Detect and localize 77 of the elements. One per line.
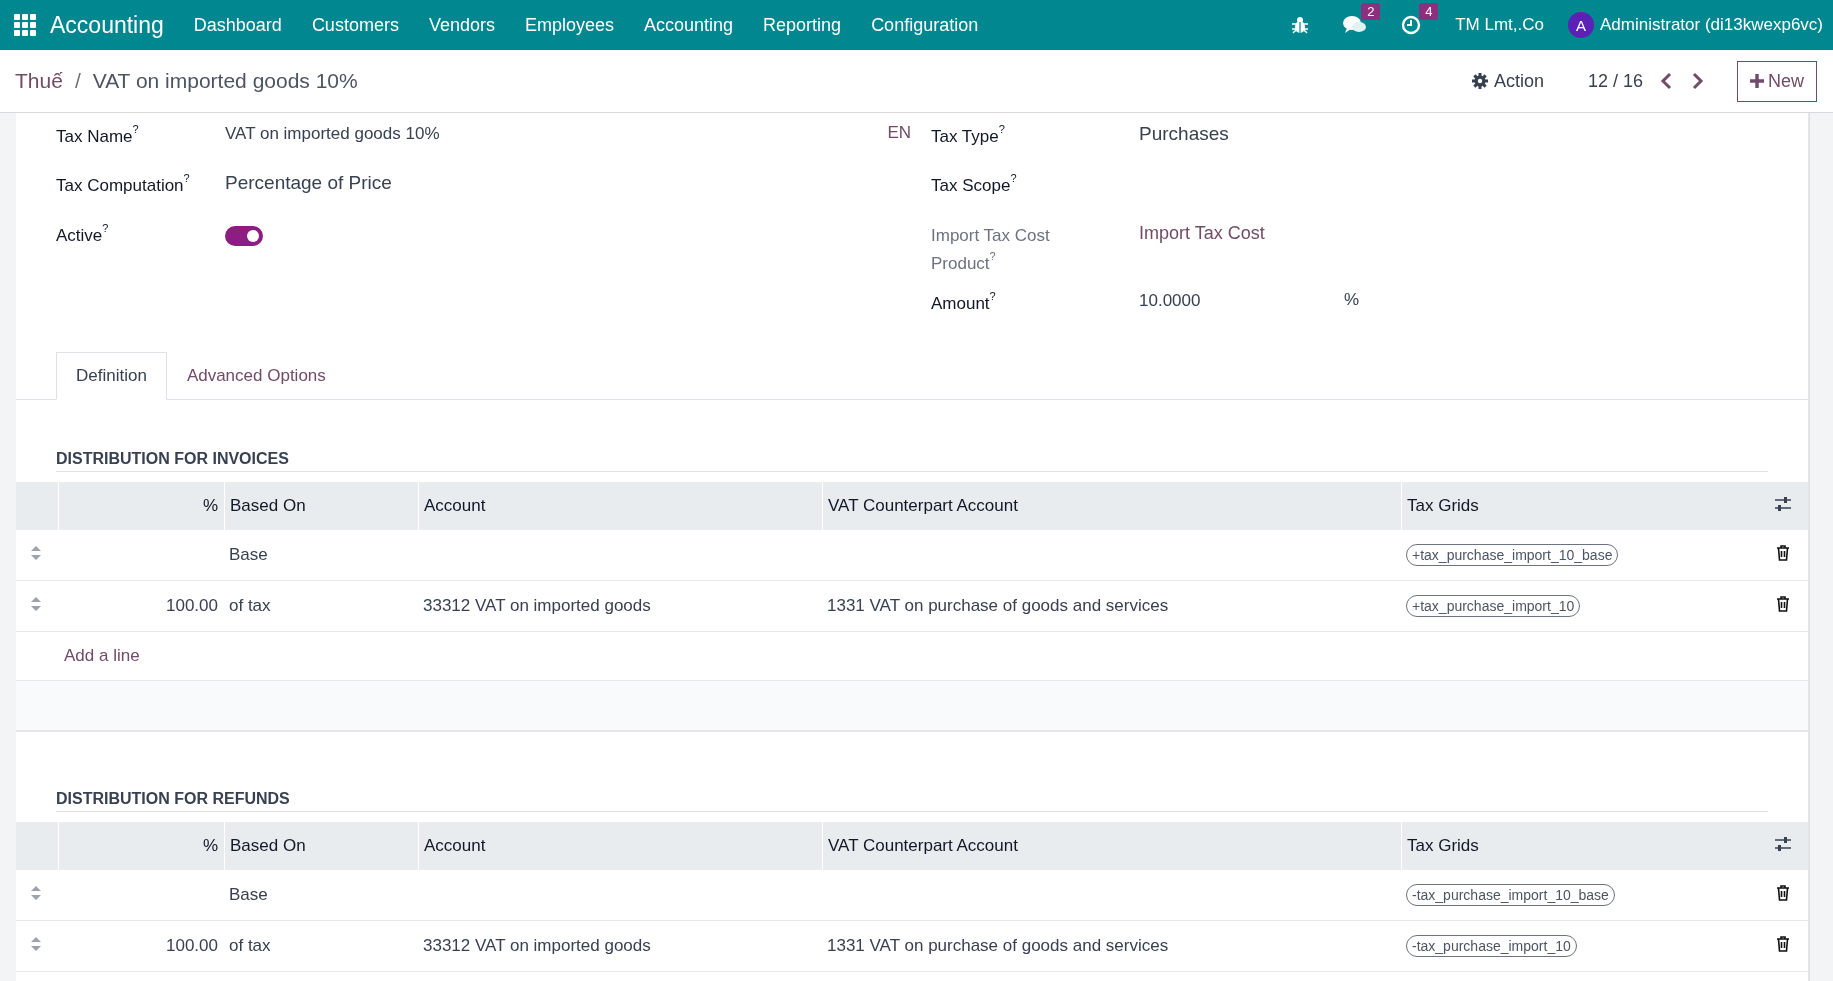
tab[interactable]: Advanced Options — [166, 352, 346, 400]
activity-count-badge: 4 — [1419, 3, 1439, 20]
breadcrumb-link[interactable]: Thuế — [15, 69, 63, 93]
trash-icon[interactable] — [1776, 884, 1790, 901]
table-cell: 1331 VAT on purchase of goods and services — [827, 936, 1169, 955]
sliders-icon[interactable] — [1774, 495, 1792, 512]
percent-suffix: % — [1344, 290, 1360, 310]
table-cell: Base — [229, 545, 268, 564]
table-cell: Base — [229, 885, 268, 904]
column-header[interactable]: Tax Grids — [1401, 822, 1758, 870]
chat-icon[interactable] — [1343, 15, 1368, 35]
table-cell: 1331 VAT on purchase of goods and services — [827, 596, 1169, 615]
column-header[interactable]: % — [58, 482, 224, 530]
table-cell: 100.00 — [166, 596, 218, 615]
tab[interactable]: Definition — [56, 352, 167, 400]
active-toggle[interactable] — [225, 226, 263, 246]
field-label: Tax Name$^{?}$ — [56, 123, 139, 148]
message-count-badge: 2 — [1361, 3, 1381, 20]
previous-icon[interactable] — [1659, 72, 1673, 90]
menu-item[interactable]: Accounting — [644, 14, 734, 36]
column-header[interactable]: Based On — [224, 482, 418, 530]
field-value[interactable]: VAT on imported goods 10% — [225, 123, 440, 145]
action-button[interactable]: Action — [1467, 66, 1548, 96]
drag-handle-icon[interactable] — [30, 597, 42, 611]
menu-item[interactable]: Employees — [524, 14, 614, 36]
drag-handle-icon[interactable] — [30, 546, 42, 560]
menu-item[interactable]: Vendors — [428, 14, 495, 36]
company-switcher[interactable]: TM Lmt,.Co — [1455, 15, 1545, 35]
trash-icon[interactable] — [1776, 935, 1790, 952]
field-label: Tax Scope$^{?}$ — [931, 172, 1017, 197]
field-label: Tax Computation$^{?}$ — [56, 172, 190, 197]
sliders-icon[interactable] — [1774, 835, 1792, 852]
column-header[interactable]: VAT Counterpart Account — [822, 822, 1401, 870]
apps-menu-icon[interactable] — [14, 14, 36, 36]
pager-counter[interactable]: 12 / 16 — [1587, 70, 1643, 92]
table-cell: of tax — [229, 596, 271, 615]
app-name[interactable]: Accounting — [50, 11, 164, 39]
menu-item[interactable]: Customers — [311, 14, 399, 36]
column-header[interactable]: % — [58, 822, 224, 870]
plus-icon — [1750, 74, 1764, 88]
gear-icon — [1471, 73, 1488, 89]
select-value[interactable]: Percentage of Price — [225, 172, 392, 194]
trash-icon[interactable] — [1776, 544, 1790, 561]
menu-item[interactable]: Dashboard — [193, 14, 282, 36]
trash-icon[interactable] — [1776, 595, 1790, 612]
drag-handle-icon[interactable] — [30, 937, 42, 951]
field-label: Import Tax Cost Product$^{?}$ — [931, 225, 1051, 275]
drag-handle-icon[interactable] — [30, 886, 42, 900]
menu-item[interactable]: Configuration — [871, 14, 979, 36]
column-header[interactable]: Based On — [224, 822, 418, 870]
table-cell: of tax — [229, 936, 271, 955]
field-label: Active$^{?}$ — [56, 222, 109, 247]
product-link[interactable]: Import Tax Cost — [1139, 222, 1265, 244]
section-title: DISTRIBUTION FOR REFUNDS — [56, 790, 290, 807]
field-value[interactable]: 10.0000 — [1139, 290, 1204, 312]
field-label: Tax Type$^{?}$ — [931, 123, 1005, 148]
column-header[interactable]: Account — [418, 822, 822, 870]
language-link[interactable]: EN — [887, 123, 911, 143]
add-line-link[interactable]: Add a line — [64, 646, 140, 666]
table-cell: 33312 VAT on imported goods — [423, 596, 651, 615]
user-avatar[interactable]: A — [1568, 12, 1595, 38]
breadcrumb-separator: / — [74, 69, 81, 93]
next-icon[interactable] — [1691, 72, 1705, 90]
section-title: DISTRIBUTION FOR INVOICES — [56, 450, 289, 467]
bug-icon[interactable] — [1291, 16, 1310, 34]
table-cell: 100.00 — [166, 936, 218, 955]
record-title: VAT on imported goods 10% — [92, 69, 358, 93]
table-cell: 33312 VAT on imported goods — [423, 936, 651, 955]
column-header[interactable]: VAT Counterpart Account — [822, 482, 1401, 530]
select-value[interactable]: Purchases — [1139, 123, 1229, 145]
menu-item[interactable]: Reporting — [763, 14, 842, 36]
user-menu[interactable]: Administrator (di13kwexp6vc) — [1600, 15, 1823, 35]
column-header[interactable]: Tax Grids — [1401, 482, 1758, 530]
field-label: Amount$^{?}$ — [931, 290, 996, 315]
clock-icon[interactable] — [1401, 15, 1422, 35]
new-button[interactable]: New — [1737, 60, 1817, 102]
column-header[interactable]: Account — [418, 482, 822, 530]
